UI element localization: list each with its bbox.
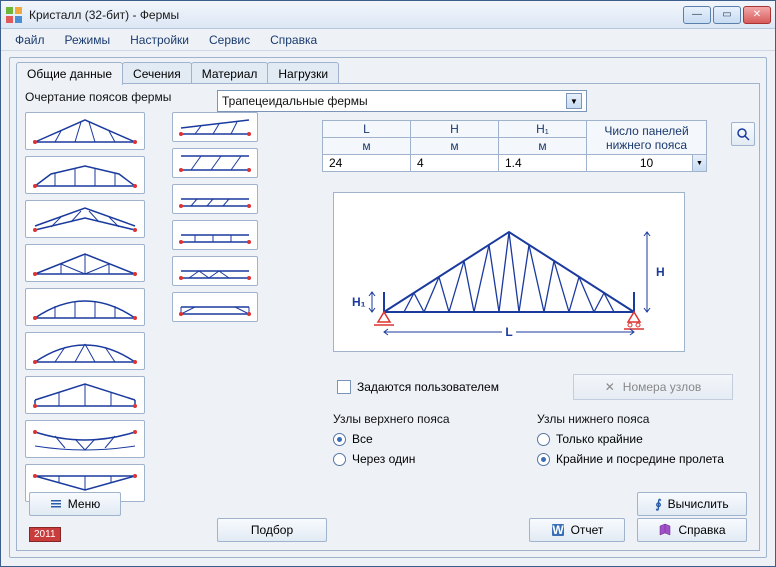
window-title: Кристалл (32-бит) - Фермы [29,8,683,22]
radio-icon [537,453,550,466]
compute-icon: ∮ [655,497,661,511]
tab-panel-general: Очертание поясов фермы [16,83,760,551]
param-H-label: H [411,121,499,138]
window-buttons: — ▭ ✕ [683,6,771,24]
menu-service[interactable]: Сервис [201,31,258,49]
bottom-chord-title: Узлы нижнего пояса [537,412,724,426]
truss-type-dropdown[interactable]: Трапецеидальные фермы ▼ [217,90,587,112]
truss-thumb-8[interactable] [25,420,145,458]
diagram-H1-label: H₁ [352,295,366,309]
truss-thumb-5[interactable] [25,288,145,326]
user-nodes-check[interactable]: Задаются пользователем [337,380,499,394]
menu-modes[interactable]: Режимы [57,31,119,49]
help-button[interactable]: Справка [637,518,747,542]
radio-bottom-ends-mid[interactable]: Крайние и посредине пролета [537,452,724,466]
radio-icon [333,433,346,446]
param-L-label: L [323,121,411,138]
diagram-H-label: H [656,265,665,279]
truss-thumb-14[interactable] [172,256,258,286]
param-H1-unit: м [499,138,587,155]
menu-button-label: Меню [68,497,100,511]
book-icon [658,523,672,537]
bottom-bar: Меню 2011 Подбор ∮ Вычислить W Отчет Спр… [17,488,759,550]
truss-thumb-12[interactable] [172,184,258,214]
checkbox-icon [337,380,351,394]
radio-icon [537,433,550,446]
tab-general[interactable]: Общие данные [16,62,123,85]
tab-sections[interactable]: Сечения [122,62,192,85]
truss-thumb-15[interactable] [172,292,258,322]
truss-thumb-11[interactable] [172,148,258,178]
close-button[interactable]: ✕ [743,6,771,24]
param-table: L H H₁ Число панелей нижнего пояса м м м… [322,120,707,172]
radio-icon [333,453,346,466]
truss-preview: L H H₁ [333,192,685,352]
chevron-down-icon: ▼ [566,93,582,109]
node-numbers-button: ✕ Номера узлов [573,374,733,400]
compute-button[interactable]: ∮ Вычислить [637,492,747,516]
tab-loads[interactable]: Нагрузки [267,62,339,85]
truss-thumb-3[interactable] [25,200,145,238]
param-H1-input[interactable]: 1.4 [499,155,587,172]
menubar: Файл Режимы Настройки Сервис Справка [1,29,775,51]
podbor-label: Подбор [251,523,293,537]
titlebar: Кристалл (32-бит) - Фермы — ▭ ✕ [1,1,775,29]
node-numbers-label: Номера узлов [623,380,702,394]
compute-label: Вычислить [668,497,729,511]
truss-thumb-13[interactable] [172,220,258,250]
app-window: Кристалл (32-бит) - Фермы — ▭ ✕ Файл Реж… [0,0,776,567]
radio-bottom-ends-label: Только крайние [556,432,643,446]
truss-thumb-6[interactable] [25,332,145,370]
tab-material[interactable]: Материал [191,62,269,85]
radio-top-every-other[interactable]: Через один [333,452,450,466]
menu-file[interactable]: Файл [7,31,53,49]
tabs: Общие данные Сечения Материал Нагрузки [16,62,338,85]
param-H-input[interactable]: 4 [411,155,499,172]
help-label: Справка [678,523,725,537]
truss-type-value: Трапецеидальные фермы [222,94,566,108]
truss-thumb-column-1 [25,112,145,502]
param-panels-label: Число панелей нижнего пояса [587,121,707,155]
year-badge: 2011 [29,527,61,542]
menu-icon [50,498,62,510]
menu-help[interactable]: Справка [262,31,325,49]
zoom-button[interactable] [731,122,755,146]
truss-thumb-10[interactable] [172,112,258,142]
param-L-unit: м [323,138,411,155]
menu-settings[interactable]: Настройки [122,31,197,49]
radio-bottom-ends[interactable]: Только крайние [537,432,724,446]
user-nodes-label: Задаются пользователем [357,380,499,394]
app-icon [5,6,23,24]
minimize-button[interactable]: — [683,6,711,24]
truss-thumb-7[interactable] [25,376,145,414]
radio-bottom-ends-mid-label: Крайние и посредине пролета [556,452,724,466]
truss-thumb-4[interactable] [25,244,145,282]
maximize-button[interactable]: ▭ [713,6,741,24]
svg-text:W: W [552,523,564,537]
param-H1-label: H₁ [499,121,587,138]
param-L-input[interactable]: 24 [323,155,411,172]
bottom-chord-group: Узлы нижнего пояса Только крайние Крайни… [537,412,724,472]
content-frame: Общие данные Сечения Материал Нагрузки О… [9,57,767,558]
nodes-icon: ✕ [605,380,615,394]
word-icon: W [551,523,565,537]
report-button[interactable]: W Отчет [529,518,625,542]
radio-top-every-other-label: Через один [352,452,415,466]
top-chord-group: Узлы верхнего пояса Все Через один [333,412,450,472]
param-panels-select[interactable]: 10 ▼ [587,155,707,172]
outline-label: Очертание поясов фермы [25,90,171,104]
radio-top-all[interactable]: Все [333,432,450,446]
top-chord-title: Узлы верхнего пояса [333,412,450,426]
diagram-L-label: L [505,325,512,339]
truss-thumb-2[interactable] [25,156,145,194]
chevron-down-icon: ▼ [692,155,706,171]
menu-button[interactable]: Меню [29,492,121,516]
report-label: Отчет [571,523,604,537]
radio-top-all-label: Все [352,432,373,446]
truss-thumb-1[interactable] [25,112,145,150]
param-H-unit: м [411,138,499,155]
podbor-button[interactable]: Подбор [217,518,327,542]
truss-thumb-column-2 [172,112,258,322]
